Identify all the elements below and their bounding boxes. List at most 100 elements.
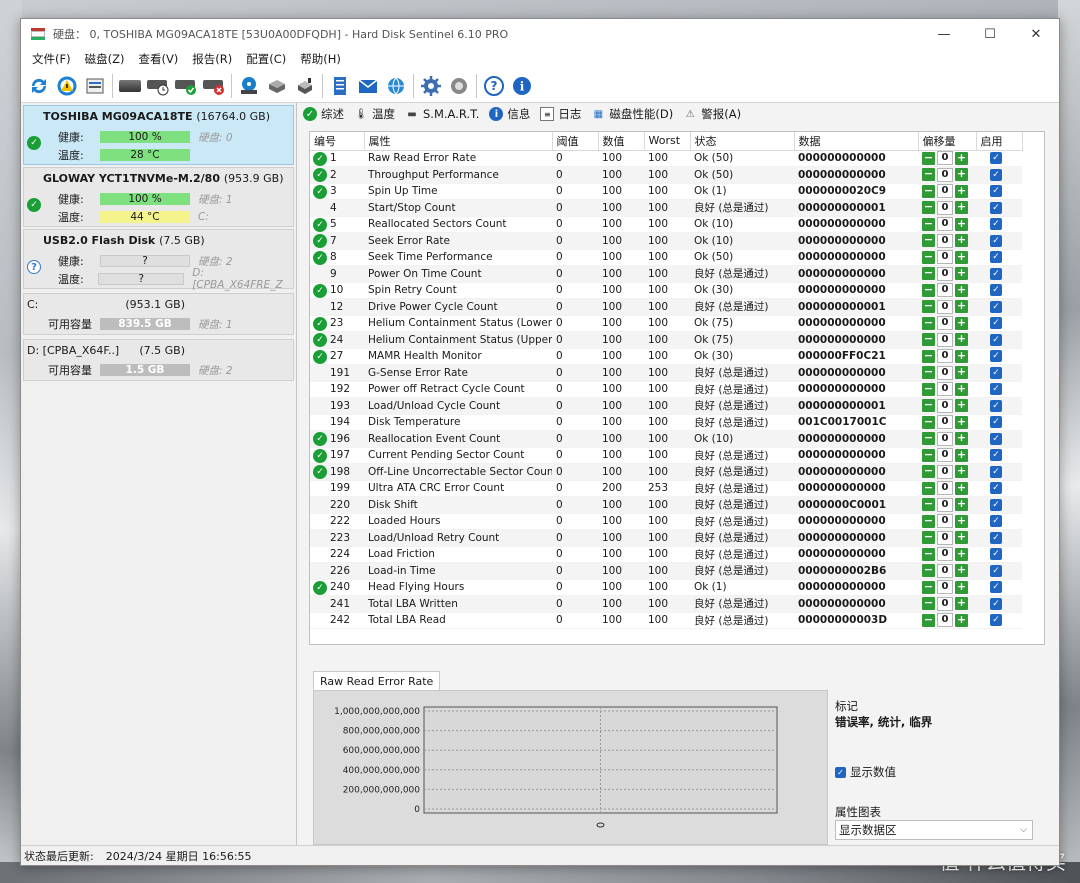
minus-button[interactable]: − <box>922 283 935 297</box>
table-row[interactable]: ✓ 198 Off-Line Uncorrectable Sector Count 0… <box>310 463 1022 481</box>
about-button[interactable]: i <box>508 72 536 100</box>
offset-value[interactable]: 0 <box>937 382 953 397</box>
settings-button[interactable] <box>417 72 445 100</box>
table-row[interactable]: 4 Start/Stop Count 0 100 100 良好 (总是通过) 0000000… <box>310 199 1022 217</box>
table-row[interactable]: ✓ 197 Current Pending Sector Count 0 100 100 良… <box>310 447 1022 464</box>
plus-button[interactable]: + <box>955 564 968 578</box>
enabled-checkbox[interactable]: ✓ <box>990 564 1002 577</box>
enabled-checkbox[interactable]: ✓ <box>990 614 1002 627</box>
minus-button[interactable]: − <box>922 465 935 479</box>
minus-button[interactable]: − <box>922 481 935 495</box>
table-row[interactable]: ✓ 24 Helium Containment Status (Upper) 0 100… <box>310 331 1022 349</box>
offset-value[interactable]: 0 <box>937 613 953 628</box>
disk-surface-button[interactable] <box>235 72 263 100</box>
col-value[interactable]: 数值 <box>598 132 645 151</box>
minus-button[interactable]: − <box>922 547 935 561</box>
minus-button[interactable]: − <box>922 366 935 380</box>
tab-performance[interactable]: ▦ 磁盘性能(D) <box>591 106 674 122</box>
menu-view[interactable]: 查看(V) <box>131 51 185 67</box>
plus-button[interactable]: + <box>955 184 968 198</box>
minus-button[interactable]: − <box>922 432 935 446</box>
offset-value[interactable]: 0 <box>937 448 953 463</box>
plus-button[interactable]: + <box>955 349 968 363</box>
table-row[interactable]: ✓ 196 Reallocation Event Count 0 100 100 Ok (1… <box>310 430 1022 448</box>
minus-button[interactable]: − <box>922 151 935 165</box>
table-row[interactable]: 192 Power off Retract Cycle Count 0 100 100 良… <box>310 381 1022 398</box>
table-row[interactable]: ✓ 240 Head Flying Hours 0 100 100 Ok (1) 000000… <box>310 579 1022 596</box>
offset-value[interactable]: 0 <box>937 514 953 529</box>
enabled-checkbox[interactable]: ✓ <box>990 581 1002 594</box>
table-row[interactable]: 220 Disk Shift 0 100 100 良好 (总是通过) 0000000C000… <box>310 496 1022 514</box>
col-threshold[interactable]: 阈值 <box>552 132 599 151</box>
offset-value[interactable]: 0 <box>937 167 953 182</box>
minus-button[interactable]: − <box>922 514 935 528</box>
offset-value[interactable]: 0 <box>937 151 953 166</box>
offset-value[interactable]: 0 <box>937 530 953 545</box>
offset-value[interactable]: 0 <box>937 464 953 479</box>
col-status[interactable]: 状态 <box>690 132 795 151</box>
plus-button[interactable]: + <box>955 498 968 512</box>
enabled-checkbox[interactable]: ✓ <box>990 597 1002 610</box>
minus-button[interactable]: − <box>922 580 935 594</box>
minus-button[interactable]: − <box>922 168 935 182</box>
minus-button[interactable]: − <box>922 349 935 363</box>
offset-value[interactable]: 0 <box>937 481 953 496</box>
table-row[interactable]: ✓ 23 Helium Containment Status (Lower) 0 100… <box>310 315 1022 332</box>
plus-button[interactable]: + <box>955 316 968 330</box>
table-row[interactable]: ✓ 8 Seek Time Performance 0 100 100 Ok (50) 000… <box>310 249 1022 266</box>
table-row[interactable]: 226 Load-in Time 0 100 100 良好 (总是通过) 000000000… <box>310 562 1022 580</box>
offset-value[interactable]: 0 <box>937 233 953 248</box>
offset-value[interactable]: 0 <box>937 398 953 413</box>
disk-remove-button[interactable] <box>200 72 228 100</box>
offset-value[interactable]: 0 <box>937 563 953 578</box>
tab-info[interactable]: i 信息 <box>489 106 530 122</box>
offset-value[interactable]: 0 <box>937 415 953 430</box>
disk-test-button[interactable] <box>263 72 291 100</box>
plus-button[interactable]: + <box>955 250 968 264</box>
help-button[interactable]: ? <box>480 72 508 100</box>
disk-benchmark-button[interactable] <box>291 72 319 100</box>
volume-card-c[interactable]: C: (953.1 GB) 可用容量 839.5 GB 硬盘: 1 <box>23 293 294 335</box>
table-row[interactable]: 193 Load/Unload Cycle Count 0 100 100 良好 (总是通… <box>310 397 1022 415</box>
enabled-checkbox[interactable]: ✓ <box>990 333 1002 346</box>
plus-button[interactable]: + <box>955 432 968 446</box>
offset-value[interactable]: 0 <box>937 316 953 331</box>
plus-button[interactable]: + <box>955 366 968 380</box>
minus-button[interactable]: − <box>922 184 935 198</box>
enabled-checkbox[interactable]: ✓ <box>990 465 1002 478</box>
menu-help[interactable]: 帮助(H) <box>293 51 348 67</box>
offset-value[interactable]: 0 <box>937 299 953 314</box>
plus-button[interactable]: + <box>955 300 968 314</box>
enabled-checkbox[interactable]: ✓ <box>990 317 1002 330</box>
smart-table-container[interactable]: 编号 属性 阈值 数值 Worst 状态 数据 偏移量 启用 ✓ 1 Raw Rea… <box>309 131 1045 645</box>
table-row[interactable]: ✓ 2 Throughput Performance 0 100 100 Ok (50) 00… <box>310 166 1022 184</box>
minus-button[interactable]: − <box>922 399 935 413</box>
table-row[interactable]: 222 Loaded Hours 0 100 100 良好 (总是通过) 000000000… <box>310 513 1022 530</box>
table-row[interactable]: ✓ 27 MAMR Health Monitor 0 100 100 Ok (30) 0000… <box>310 348 1022 365</box>
enabled-checkbox[interactable]: ✓ <box>990 366 1002 379</box>
sound-button[interactable] <box>445 72 473 100</box>
minus-button[interactable]: − <box>922 382 935 396</box>
close-button[interactable]: ✕ <box>1013 19 1059 49</box>
plus-button[interactable]: + <box>955 201 968 215</box>
table-row[interactable]: ✓ 5 Reallocated Sectors Count 0 100 100 Ok (10… <box>310 216 1022 233</box>
enabled-checkbox[interactable]: ✓ <box>990 383 1002 396</box>
minimize-button[interactable]: — <box>921 19 967 49</box>
minus-button[interactable]: − <box>922 267 935 281</box>
minus-button[interactable]: − <box>922 415 935 429</box>
minus-button[interactable]: − <box>922 564 935 578</box>
plus-button[interactable]: + <box>955 217 968 231</box>
minus-button[interactable]: − <box>922 531 935 545</box>
table-row[interactable]: 199 Ultra ATA CRC Error Count 0 200 253 良好 (总… <box>310 480 1022 497</box>
minus-button[interactable]: − <box>922 613 935 627</box>
tab-smart[interactable]: ▬ S.M.A.R.T. <box>405 107 479 121</box>
offset-value[interactable]: 0 <box>937 332 953 347</box>
enabled-checkbox[interactable]: ✓ <box>990 432 1002 445</box>
menu-report[interactable]: 报告(R) <box>185 51 239 67</box>
minus-button[interactable]: − <box>922 333 935 347</box>
show-values-checkbox[interactable]: ✓ 显示数值 <box>835 764 896 780</box>
disk-check-button[interactable] <box>172 72 200 100</box>
enabled-checkbox[interactable]: ✓ <box>990 399 1002 412</box>
minus-button[interactable]: − <box>922 316 935 330</box>
offset-value[interactable]: 0 <box>937 596 953 611</box>
